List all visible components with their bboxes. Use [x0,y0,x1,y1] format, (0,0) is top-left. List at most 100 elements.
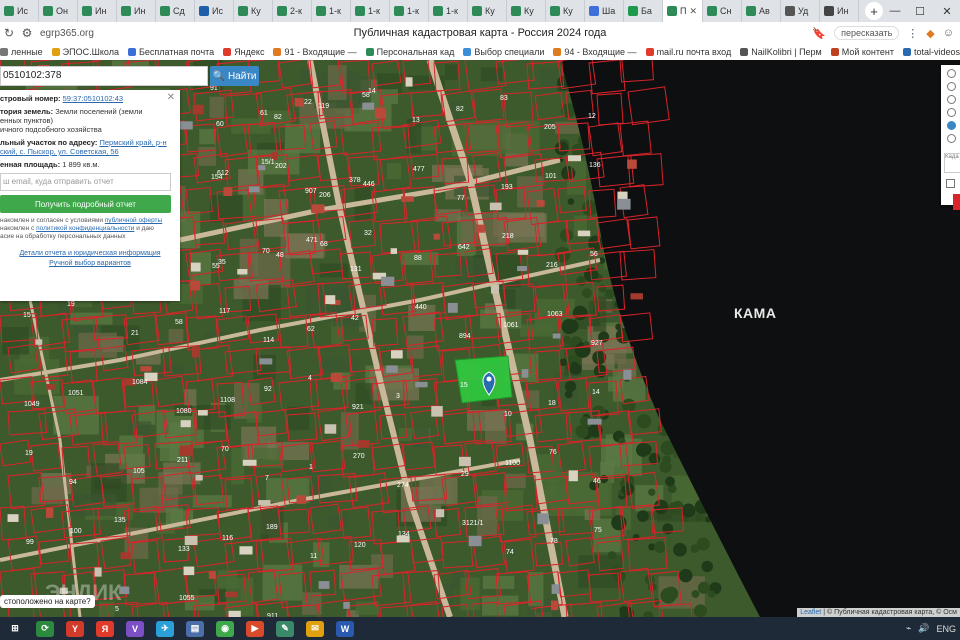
taskbar-app-icon[interactable]: ▤ [186,620,204,637]
bookmark-item[interactable]: ЭПОС.Школа [51,47,119,57]
menu-icon[interactable]: ⋮ [907,27,918,40]
tab-favicon-icon [4,6,14,16]
building-roof [381,276,395,286]
parcel-number: 83 [500,95,508,102]
browser-tab[interactable]: Уд [781,0,820,22]
terrain-patch [327,514,348,528]
share-button[interactable]: пересказать [834,26,900,40]
browser-tab[interactable]: Ша [585,0,624,22]
bookmark-item[interactable]: NailKolibri | Перм [740,47,822,57]
volume-icon[interactable]: 🔊 [918,623,929,634]
bookmark-item[interactable]: Мой контент [830,47,894,57]
bookmark-item[interactable]: ленные [0,47,43,57]
language-indicator[interactable]: ENG [936,624,956,634]
layer-radio[interactable] [947,134,956,143]
tab-label: Ку [485,6,495,16]
parcel-number: 74 [506,549,514,556]
system-tray: ⌁ 🔊 ENG [906,617,956,640]
cadastral-map[interactable]: 91 82 119 58 60 61 22 14 13 82 83 205 12 154 202 206 446… [0,60,960,617]
report-details-link[interactable]: Детали отчета и юридическая информация [19,250,160,257]
browser-tab[interactable]: 1-к [429,0,468,22]
browser-tab[interactable]: Ав [742,0,781,22]
extension-icon[interactable]: ◆ [926,27,934,40]
profile-icon[interactable]: ☺ [943,27,954,39]
layer-field[interactable]: Када [944,153,960,173]
url-text[interactable]: egrp365.org [40,28,94,39]
taskbar-app-icon[interactable]: ◉ [216,620,234,637]
land-category-value-2: енных пунктов) [0,116,54,125]
browser-tab[interactable]: Ис [0,0,39,22]
help-bubble[interactable]: стоположено на карте? [0,595,95,608]
leaflet-link[interactable]: Leaflet [800,609,821,616]
bookmark-item[interactable]: Выбор специали [463,47,544,57]
bookmark-item[interactable]: Бесплатная почта [127,47,214,57]
taskbar-app-icon[interactable]: ✈ [156,620,174,637]
browser-tab[interactable]: Ис [195,0,234,22]
layer-radio[interactable] [947,69,956,78]
taskbar-app-icon[interactable]: ⟳ [36,620,54,637]
taskbar-app-icon[interactable]: ✎ [276,620,294,637]
reload-icon[interactable]: ↻ [0,26,18,40]
bookmark-icon[interactable]: 🔖 [812,27,826,40]
bookmark-item[interactable]: Яндекс [223,47,264,57]
terrain-patch [355,383,373,405]
search-button[interactable]: 🔍 Найти [210,66,259,86]
close-window-button[interactable]: ✕ [932,0,960,22]
browser-tab[interactable]: Ку [507,0,546,22]
parcel-number: 14 [592,389,600,396]
bookmark-item[interactable]: Персональная кад [365,47,454,57]
address-link-2[interactable]: ский, с. Пыскор, ул. Советская, 56 [0,147,119,156]
terrain-patch [233,279,269,300]
browser-tab[interactable]: 1-к [390,0,429,22]
cad-number-link[interactable]: 59:37:0510102:43 [63,94,123,103]
bookmark-item[interactable]: mail.ru почта вход [645,47,731,57]
bookmark-item[interactable]: 94 - Входящие — [553,47,637,57]
taskbar-app-icon[interactable]: ⊞ [6,620,24,637]
browser-tab[interactable]: 1-к [351,0,390,22]
tab-close-icon[interactable]: ✕ [689,6,697,17]
bookmark-item[interactable]: total-videos.com [903,47,960,57]
cadastral-search-input[interactable]: 0510102:378 [0,66,208,86]
browser-tab[interactable]: Ин [78,0,117,22]
taskbar-app-icon[interactable]: W [336,620,354,637]
browser-tab[interactable]: Ку [468,0,507,22]
browser-tab[interactable]: Ин [117,0,156,22]
browser-tab[interactable]: Он [39,0,78,22]
network-icon[interactable]: ⌁ [906,623,911,634]
building-roof [296,495,307,504]
browser-tab[interactable]: 2-к [273,0,312,22]
browser-tab[interactable]: П ✕ [663,0,703,22]
layer-apply-button[interactable] [953,194,960,210]
layer-radio[interactable] [947,82,956,91]
browser-tab[interactable]: Сд [156,0,195,22]
layer-checkbox[interactable] [946,179,955,188]
site-info-icon[interactable]: ⚙ [18,26,36,40]
get-report-button[interactable]: Получить подробный отчет [0,195,171,213]
taskbar-app-icon[interactable]: ▶ [246,620,264,637]
taskbar-app-icon[interactable]: ✉ [306,620,324,637]
layer-radio[interactable] [947,95,956,104]
browser-tab[interactable]: Сн [703,0,742,22]
address-link[interactable]: Пермский край, р-н [99,138,166,147]
close-icon[interactable]: ✕ [167,92,175,103]
building-roof [431,406,443,417]
email-field[interactable]: ш email, куда отправить отчет [0,173,171,191]
layer-radio[interactable] [947,108,956,117]
offer-link[interactable]: публичной оферты [105,217,162,224]
browser-tab[interactable]: Ку [234,0,273,22]
browser-tab[interactable]: Ин [820,0,859,22]
bookmark-item[interactable]: 91 - Входящие — [273,47,357,57]
tree-crown [564,390,573,399]
manual-selection-link[interactable]: Ручной выбор вариантов [49,260,131,267]
tree-crown [575,424,589,438]
browser-tab[interactable]: 1-к [312,0,351,22]
land-category-row: тория земель: Земли поселений (земли енн… [0,107,180,134]
privacy-link[interactable]: политикой конфиденциальности [36,225,134,232]
taskbar-app-icon[interactable]: V [126,620,144,637]
layer-radio[interactable] [947,121,956,130]
browser-tab[interactable]: Ба [624,0,663,22]
maximize-button[interactable]: ☐ [905,0,935,22]
browser-tab[interactable]: Ку [546,0,585,22]
taskbar-app-icon[interactable]: Я [96,620,114,637]
taskbar-app-icon[interactable]: Y [66,620,84,637]
